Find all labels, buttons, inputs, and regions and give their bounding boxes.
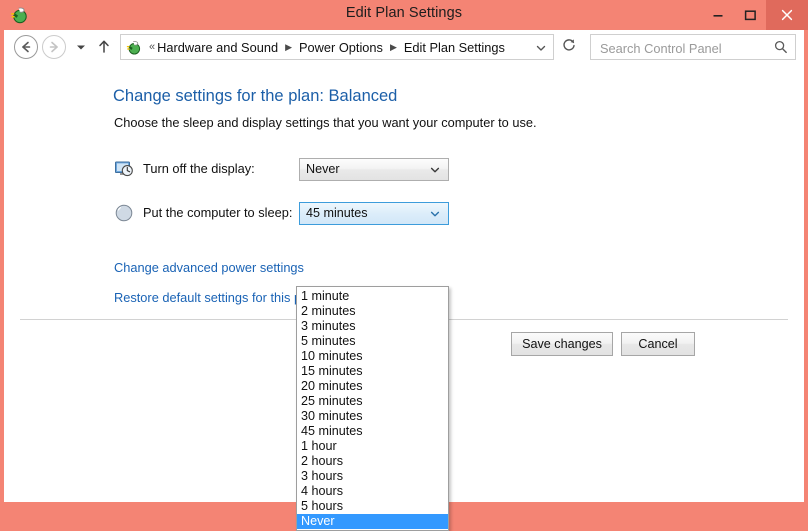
- dropdown-option[interactable]: 15 minutes: [297, 364, 448, 379]
- back-arrow-icon: [15, 41, 37, 62]
- sleep-dropdown-list[interactable]: 1 minute 2 minutes 3 minutes 5 minutes 10 mi…: [296, 286, 449, 531]
- close-button[interactable]: [766, 0, 808, 30]
- maximize-icon: [734, 0, 766, 30]
- breadcrumb: « Hardware and Sound ▶ Power Options ▶ E…: [147, 35, 505, 59]
- breadcrumb-item-edit-plan-settings[interactable]: Edit Plan Settings: [404, 40, 505, 55]
- turn-off-display-value: Never: [306, 162, 340, 176]
- up-arrow-icon: [94, 40, 114, 63]
- dropdown-option[interactable]: 4 hours: [297, 484, 448, 499]
- dropdown-option[interactable]: 3 hours: [297, 469, 448, 484]
- turn-off-display-dropdown[interactable]: Never: [299, 158, 449, 181]
- forward-arrow-icon: [43, 41, 65, 62]
- setting-label-display: Turn off the display:: [143, 161, 255, 176]
- dropdown-option[interactable]: 1 hour: [297, 439, 448, 454]
- power-plug-icon: [125, 39, 142, 56]
- back-button[interactable]: [14, 35, 38, 59]
- dropdown-option[interactable]: 5 minutes: [297, 334, 448, 349]
- save-changes-button[interactable]: Save changes: [511, 332, 613, 356]
- dropdown-option[interactable]: 2 minutes: [297, 304, 448, 319]
- chevron-down-icon[interactable]: [533, 40, 549, 56]
- search-input[interactable]: [598, 35, 767, 61]
- dropdown-option[interactable]: 45 minutes: [297, 424, 448, 439]
- dropdown-option[interactable]: 2 hours: [297, 454, 448, 469]
- cancel-button[interactable]: Cancel: [621, 332, 695, 356]
- up-one-level-button[interactable]: [94, 35, 114, 59]
- link-restore-default-settings[interactable]: Restore default settings for this plan: [114, 290, 318, 305]
- window-frame: Edit Plan Settings « Hardware and Sound …: [0, 0, 808, 531]
- dropdown-option[interactable]: Never: [297, 514, 448, 529]
- link-change-advanced-power-settings[interactable]: Change advanced power settings: [114, 260, 304, 275]
- chevron-down-icon: [428, 163, 441, 176]
- address-bar[interactable]: « Hardware and Sound ▶ Power Options ▶ E…: [120, 34, 554, 60]
- forward-button[interactable]: [42, 35, 66, 59]
- put-computer-to-sleep-value: 45 minutes: [306, 206, 368, 220]
- dropdown-option[interactable]: 20 minutes: [297, 379, 448, 394]
- window-title: Edit Plan Settings: [345, 5, 463, 21]
- refresh-button[interactable]: [557, 34, 581, 60]
- moon-sleep-icon: [114, 203, 134, 223]
- breadcrumb-overflow-indicator[interactable]: «: [149, 41, 155, 53]
- dropdown-option[interactable]: 5 hours: [297, 499, 448, 514]
- breadcrumb-item-power-options[interactable]: Power Options: [299, 40, 383, 55]
- title-bar: Edit Plan Settings: [0, 0, 808, 30]
- dropdown-option[interactable]: 25 minutes: [297, 394, 448, 409]
- minimize-icon: [702, 0, 734, 30]
- close-icon: [766, 0, 808, 30]
- breadcrumb-separator-icon: ▶: [389, 41, 397, 52]
- minimize-button[interactable]: [702, 0, 734, 30]
- setting-label-sleep: Put the computer to sleep:: [143, 205, 293, 220]
- breadcrumb-separator-icon: ▶: [285, 41, 292, 52]
- search-box[interactable]: [590, 34, 796, 61]
- content-area: Change settings for the plan: Balanced C…: [4, 64, 804, 531]
- monitor-clock-icon: [114, 159, 134, 179]
- page-description: Choose the sleep and display settings th…: [114, 115, 537, 130]
- search-icon: [773, 39, 789, 55]
- page-title: Change settings for the plan: Balanced: [113, 87, 398, 105]
- dropdown-option[interactable]: 30 minutes: [297, 409, 448, 424]
- maximize-button[interactable]: [734, 0, 766, 30]
- chevron-down-icon: [72, 45, 90, 63]
- dropdown-option[interactable]: 1 minute: [297, 289, 448, 304]
- navigation-bar: « Hardware and Sound ▶ Power Options ▶ E…: [4, 30, 804, 64]
- dropdown-option[interactable]: 10 minutes: [297, 349, 448, 364]
- breadcrumb-item-hardware-and-sound[interactable]: Hardware and Sound: [157, 40, 278, 55]
- dropdown-option[interactable]: 3 minutes: [297, 319, 448, 334]
- recent-locations-button[interactable]: [72, 35, 90, 59]
- refresh-icon: [561, 37, 577, 58]
- put-computer-to-sleep-dropdown[interactable]: 45 minutes: [299, 202, 449, 225]
- chevron-down-icon: [428, 207, 441, 220]
